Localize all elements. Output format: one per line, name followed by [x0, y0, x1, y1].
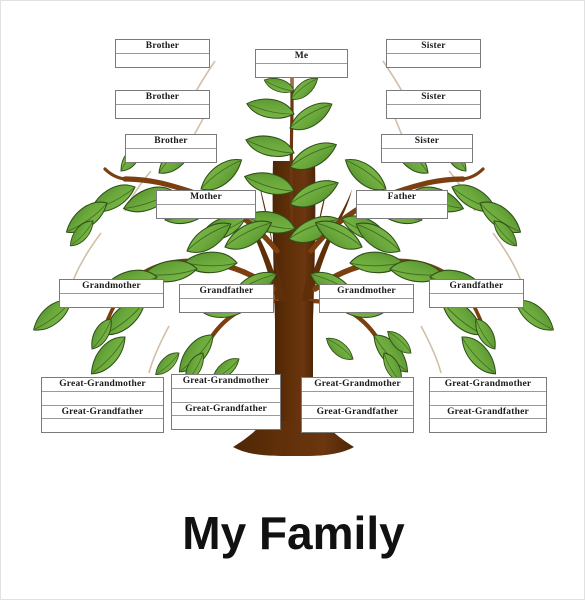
relation-label-sister-3: Sister [382, 135, 472, 149]
relation-label-great-grandparents-4-father: Great-Grandfather [430, 405, 546, 419]
relation-label-father: Father [357, 191, 447, 205]
name-box-me[interactable]: Me [255, 49, 348, 78]
name-field-sister-1[interactable] [387, 53, 480, 67]
relation-label-great-grandparents-3-father: Great-Grandfather [302, 405, 413, 419]
name-field-sister-2[interactable] [387, 104, 480, 118]
relation-label-grandfather-maternal: Grandfather [180, 285, 273, 299]
name-field-great-grandparents-1-father[interactable] [42, 418, 163, 432]
name-field-brother-2[interactable] [116, 104, 209, 118]
name-field-brother-3[interactable] [126, 148, 216, 162]
name-box-great-grandparents-2[interactable]: Great-Grandmother Great-Grandfather [171, 374, 281, 430]
name-box-great-grandparents-4[interactable]: Great-Grandmother Great-Grandfather [429, 377, 547, 433]
relation-label-great-grandparents-3-mother: Great-Grandmother [302, 378, 413, 392]
name-box-mother[interactable]: Mother [156, 190, 256, 219]
name-field-brother-1[interactable] [116, 53, 209, 67]
name-box-brother-2[interactable]: Brother [115, 90, 210, 119]
relation-label-great-grandparents-2-mother: Great-Grandmother [172, 375, 280, 389]
name-field-great-grandparents-3-father[interactable] [302, 418, 413, 432]
relation-label-brother-1: Brother [116, 40, 209, 54]
name-field-great-grandparents-2-mother[interactable] [172, 388, 280, 402]
page-title: My Family [182, 507, 405, 559]
relation-label-brother-3: Brother [126, 135, 216, 149]
relation-label-great-grandparents-1-mother: Great-Grandmother [42, 378, 163, 392]
name-field-grandfather-maternal[interactable] [180, 298, 273, 312]
relation-label-sister-1: Sister [387, 40, 480, 54]
name-box-grandfather-paternal[interactable]: Grandfather [429, 279, 524, 308]
name-field-great-grandparents-1-mother[interactable] [42, 391, 163, 405]
name-field-me[interactable] [256, 63, 347, 77]
name-field-father[interactable] [357, 204, 447, 218]
name-box-father[interactable]: Father [356, 190, 448, 219]
name-field-great-grandparents-4-father[interactable] [430, 418, 546, 432]
name-field-grandmother-paternal[interactable] [320, 298, 413, 312]
relation-label-great-grandparents-1-father: Great-Grandfather [42, 405, 163, 419]
name-field-great-grandparents-4-mother[interactable] [430, 391, 546, 405]
name-box-grandfather-maternal[interactable]: Grandfather [179, 284, 274, 313]
relation-label-mother: Mother [157, 191, 255, 205]
relation-label-grandfather-paternal: Grandfather [430, 280, 523, 294]
relation-label-brother-2: Brother [116, 91, 209, 105]
relation-label-sister-2: Sister [387, 91, 480, 105]
name-box-sister-3[interactable]: Sister [381, 134, 473, 163]
name-box-great-grandparents-1[interactable]: Great-Grandmother Great-Grandfather [41, 377, 164, 433]
relation-label-me: Me [256, 50, 347, 64]
name-box-sister-2[interactable]: Sister [386, 90, 481, 119]
name-field-grandmother-maternal[interactable] [60, 293, 163, 307]
name-box-brother-3[interactable]: Brother [125, 134, 217, 163]
family-tree-page: Brother Me Sister Brother Sister Brother Siste… [0, 0, 585, 600]
name-box-sister-1[interactable]: Sister [386, 39, 481, 68]
name-field-great-grandparents-2-father[interactable] [172, 415, 280, 429]
relation-label-great-grandparents-4-mother: Great-Grandmother [430, 378, 546, 392]
name-field-great-grandparents-3-mother[interactable] [302, 391, 413, 405]
name-box-great-grandparents-3[interactable]: Great-Grandmother Great-Grandfather [301, 377, 414, 433]
relation-label-grandmother-maternal: Grandmother [60, 280, 163, 294]
name-field-grandfather-paternal[interactable] [430, 293, 523, 307]
name-field-sister-3[interactable] [382, 148, 472, 162]
name-box-grandmother-paternal[interactable]: Grandmother [319, 284, 414, 313]
relation-label-great-grandparents-2-father: Great-Grandfather [172, 402, 280, 416]
relation-label-grandmother-paternal: Grandmother [320, 285, 413, 299]
name-box-brother-1[interactable]: Brother [115, 39, 210, 68]
name-field-mother[interactable] [157, 204, 255, 218]
name-box-grandmother-maternal[interactable]: Grandmother [59, 279, 164, 308]
